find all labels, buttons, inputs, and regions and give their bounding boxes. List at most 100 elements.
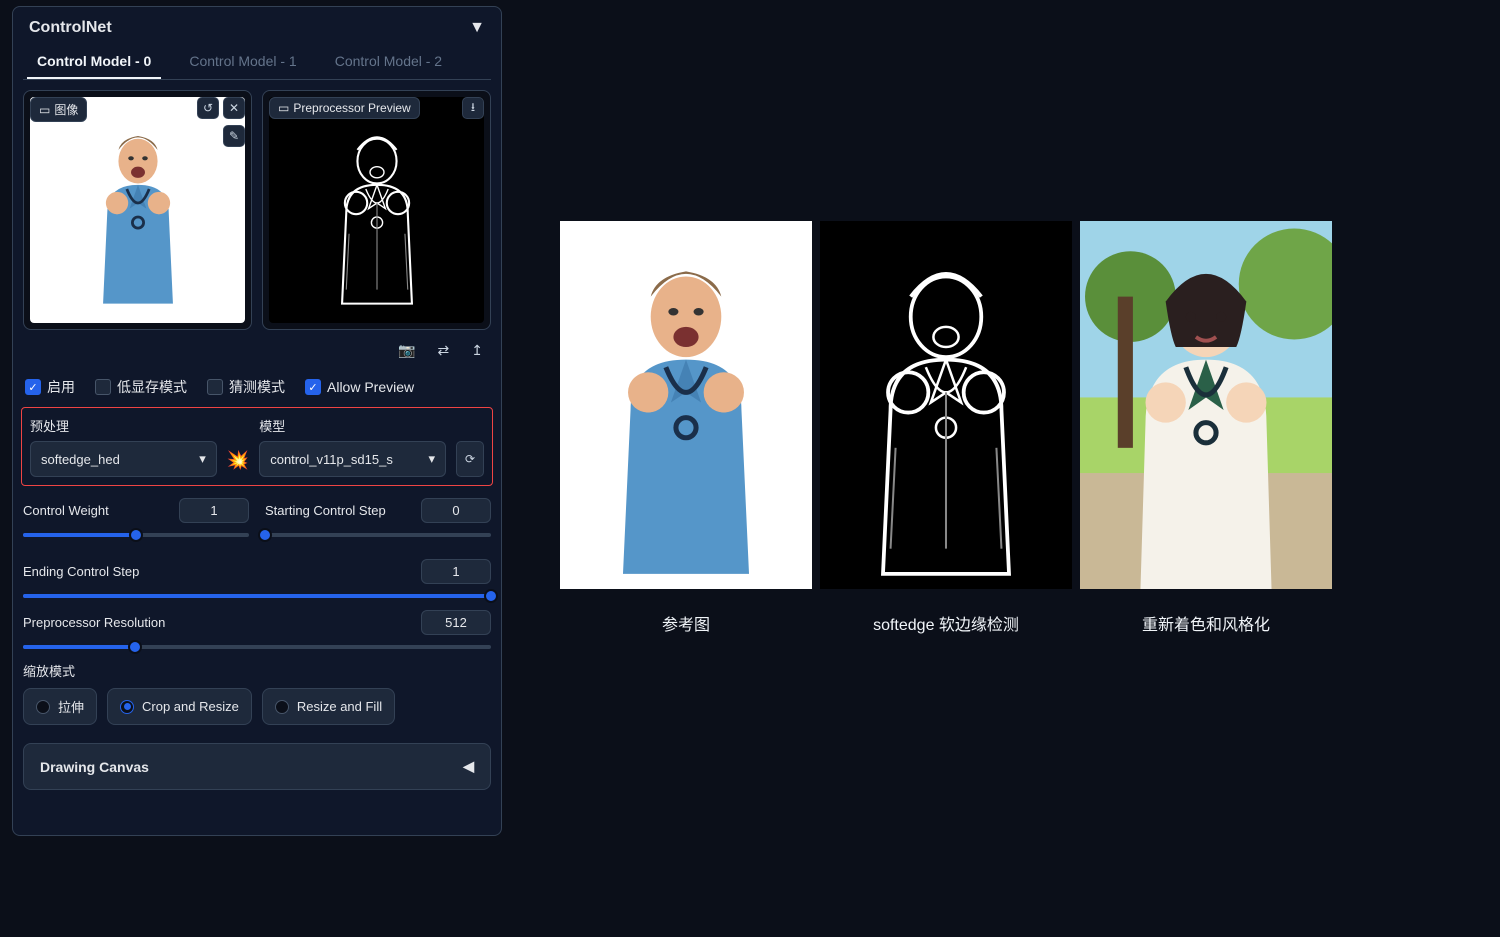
allowpreview-checkbox[interactable]: ✓ Allow Preview bbox=[305, 377, 414, 397]
start-step-value[interactable]: 0 bbox=[421, 498, 491, 523]
image-icon: ▭ bbox=[278, 101, 289, 115]
lowvram-checkbox[interactable]: 低显存模式 bbox=[95, 377, 187, 397]
camera-icon[interactable]: 📷 bbox=[398, 342, 415, 359]
start-step-slider: Starting Control Step 0 bbox=[265, 498, 491, 547]
drawing-canvas-label: Drawing Canvas bbox=[40, 759, 149, 775]
edit-icon[interactable]: ✎ bbox=[223, 125, 245, 147]
control-weight-track[interactable] bbox=[23, 533, 249, 537]
panel-title: ControlNet bbox=[29, 19, 112, 37]
gallery-reference-caption: 参考图 bbox=[560, 611, 812, 635]
tab-model-2[interactable]: Control Model - 2 bbox=[325, 45, 452, 79]
enable-checkbox[interactable]: ✓ 启用 bbox=[25, 377, 75, 397]
tab-model-0[interactable]: Control Model - 0 bbox=[27, 45, 161, 79]
chevron-down-icon: ▾ bbox=[428, 451, 435, 467]
checkbox-checked-icon: ✓ bbox=[305, 379, 321, 395]
radio-icon bbox=[275, 700, 289, 714]
slider-thumb[interactable] bbox=[484, 589, 498, 603]
resize-mode-section: 缩放模式 拉伸 Crop and Resize Resize and Fill bbox=[23, 661, 491, 725]
preproc-label: 预处理 bbox=[30, 416, 217, 435]
collapse-icon[interactable]: ▼ bbox=[469, 19, 485, 37]
resize-crop-radio[interactable]: Crop and Resize bbox=[107, 688, 252, 725]
tab-model-1[interactable]: Control Model - 1 bbox=[179, 45, 306, 79]
gallery-reference-image bbox=[560, 221, 812, 589]
options-row: ✓ 启用 低显存模式 猜测模式 ✓ Allow Preview bbox=[23, 371, 491, 407]
control-weight-slider: Control Weight 1 bbox=[23, 498, 249, 547]
output-gallery: 参考图 softedge 软边缘检测 重新着色和风格化 bbox=[560, 221, 1332, 635]
image-badge-label: 图像 bbox=[54, 101, 78, 118]
toolbar-row: 📷 ⇄ ↥ bbox=[23, 330, 491, 371]
controlnet-panel: ControlNet ▼ Control Model - 0 Control M… bbox=[12, 6, 502, 836]
guess-label: 猜测模式 bbox=[229, 377, 285, 397]
preprocessor-field: 预处理 softedge_hed ▾ bbox=[30, 416, 217, 477]
preview-image bbox=[269, 97, 484, 323]
radio-icon bbox=[36, 700, 50, 714]
preview-badge: ▭ Preprocessor Preview bbox=[269, 97, 420, 119]
start-step-track[interactable] bbox=[265, 533, 491, 537]
image-badge: ▭ 图像 bbox=[30, 97, 87, 122]
checkbox-icon bbox=[207, 379, 223, 395]
image-icon: ▭ bbox=[39, 103, 50, 117]
slider-thumb[interactable] bbox=[129, 528, 143, 542]
control-weight-value[interactable]: 1 bbox=[179, 498, 249, 523]
panel-header: ControlNet ▼ bbox=[23, 17, 491, 45]
gallery-softedge-image bbox=[820, 221, 1072, 589]
allowpreview-label: Allow Preview bbox=[327, 379, 414, 395]
end-step-label: Ending Control Step bbox=[23, 564, 139, 579]
gallery-item-reference: 参考图 bbox=[560, 221, 812, 635]
end-step-value[interactable]: 1 bbox=[421, 559, 491, 584]
lowvram-label: 低显存模式 bbox=[117, 377, 187, 397]
resize-stretch-radio[interactable]: 拉伸 bbox=[23, 688, 97, 725]
gallery-item-softedge: softedge 软边缘检测 bbox=[820, 221, 1072, 635]
resolution-value[interactable]: 512 bbox=[421, 610, 491, 635]
preprocessor-select[interactable]: softedge_hed ▾ bbox=[30, 441, 217, 477]
resolution-slider: Preprocessor Resolution 512 bbox=[23, 610, 491, 649]
drawing-canvas-accordion[interactable]: Drawing Canvas ◀ bbox=[23, 743, 491, 790]
input-image bbox=[30, 97, 245, 323]
model-value: control_v11p_sd15_s bbox=[270, 452, 393, 467]
slider-thumb[interactable] bbox=[128, 640, 142, 654]
swap-icon[interactable]: ⇄ bbox=[438, 342, 450, 359]
refresh-model-button[interactable]: ⟳ bbox=[456, 441, 484, 477]
undo-icon[interactable]: ↺ bbox=[197, 97, 219, 119]
resize-fill-radio[interactable]: Resize and Fill bbox=[262, 688, 395, 725]
run-preprocessor-button[interactable]: 💥 bbox=[227, 450, 249, 477]
checkbox-checked-icon: ✓ bbox=[25, 379, 41, 395]
preview-image-card[interactable]: ▭ Preprocessor Preview ⭳ bbox=[262, 90, 491, 330]
gallery-stylized-caption: 重新着色和风格化 bbox=[1080, 611, 1332, 635]
preview-badge-label: Preprocessor Preview bbox=[293, 101, 410, 115]
download-icon[interactable]: ⭳ bbox=[462, 97, 484, 119]
image-row: ▭ 图像 ↺ ✕ ✎ ▭ Preprocessor Preview ⭳ bbox=[23, 90, 491, 330]
model-select[interactable]: control_v11p_sd15_s ▾ bbox=[259, 441, 446, 477]
model-field: 模型 control_v11p_sd15_s ▾ bbox=[259, 416, 446, 477]
upload-icon[interactable]: ↥ bbox=[471, 342, 483, 359]
slider-fill bbox=[23, 594, 491, 598]
resize-fill-label: Resize and Fill bbox=[297, 699, 382, 714]
gallery-softedge-caption: softedge 软边缘检测 bbox=[820, 611, 1072, 635]
resize-crop-label: Crop and Resize bbox=[142, 699, 239, 714]
model-label: 模型 bbox=[259, 416, 446, 435]
resolution-track[interactable] bbox=[23, 645, 491, 649]
slider-thumb[interactable] bbox=[258, 528, 272, 542]
chevron-down-icon: ▾ bbox=[199, 451, 206, 467]
preproc-value: softedge_hed bbox=[41, 452, 120, 467]
checkbox-icon bbox=[95, 379, 111, 395]
close-icon[interactable]: ✕ bbox=[223, 97, 245, 119]
gallery-item-stylized: 重新着色和风格化 bbox=[1080, 221, 1332, 635]
control-weight-label: Control Weight bbox=[23, 503, 109, 518]
enable-label: 启用 bbox=[47, 377, 75, 397]
model-tabs: Control Model - 0 Control Model - 1 Cont… bbox=[23, 45, 491, 80]
resize-stretch-label: 拉伸 bbox=[58, 697, 84, 716]
guess-checkbox[interactable]: 猜测模式 bbox=[207, 377, 285, 397]
input-image-card[interactable]: ▭ 图像 ↺ ✕ ✎ bbox=[23, 90, 252, 330]
resize-label: 缩放模式 bbox=[23, 661, 491, 680]
resolution-label: Preprocessor Resolution bbox=[23, 615, 165, 630]
start-step-label: Starting Control Step bbox=[265, 503, 386, 518]
chevron-left-icon: ◀ bbox=[463, 758, 474, 775]
preproc-model-section: 预处理 softedge_hed ▾ 💥 模型 control_v11p_sd1… bbox=[21, 407, 493, 486]
gallery-stylized-image bbox=[1080, 221, 1332, 589]
slider-fill bbox=[23, 533, 136, 537]
end-step-slider: Ending Control Step 1 bbox=[23, 559, 491, 598]
slider-fill bbox=[23, 645, 135, 649]
end-step-track[interactable] bbox=[23, 594, 491, 598]
radio-checked-icon bbox=[120, 700, 134, 714]
